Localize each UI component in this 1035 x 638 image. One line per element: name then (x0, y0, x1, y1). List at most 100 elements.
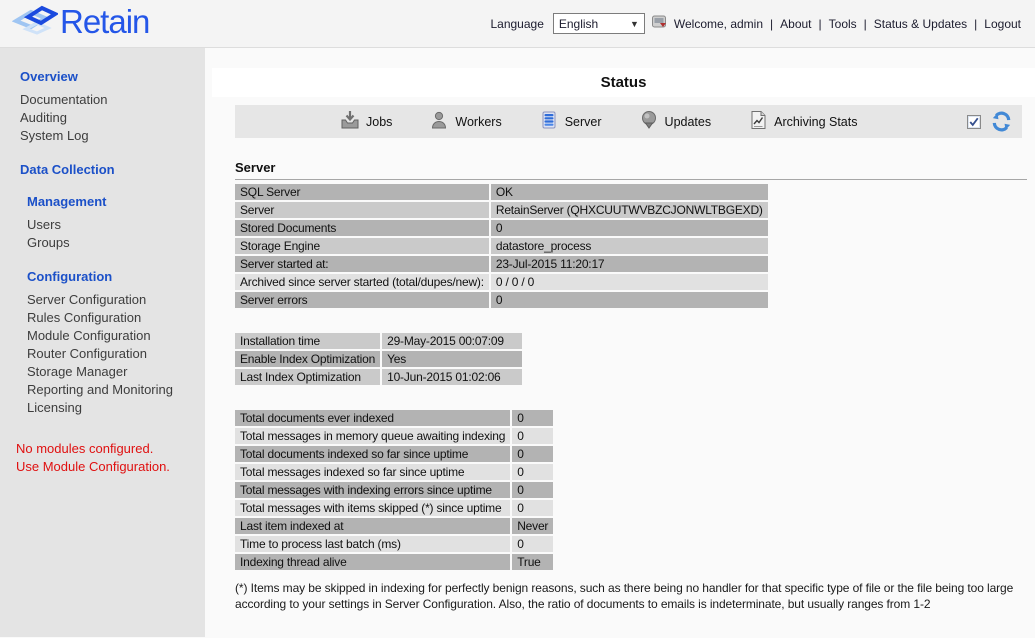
row-label: Time to process last batch (ms) (235, 536, 511, 552)
row-label: Indexing thread alive (235, 554, 511, 570)
sidebar-group-overview: Overview Documentation Auditing System L… (0, 69, 205, 145)
sidebar-item-system-log[interactable]: System Log (20, 127, 205, 145)
sidebar-item-documentation[interactable]: Documentation (20, 91, 205, 109)
updates-icon (639, 110, 659, 133)
table-row: Server errors 0 (235, 292, 768, 308)
row-value: True (512, 554, 554, 570)
row-value: 0 (512, 446, 554, 462)
row-value: 0 (512, 482, 554, 498)
user-status-icon (651, 15, 667, 32)
sidebar-item-router-configuration[interactable]: Router Configuration (27, 345, 205, 363)
row-label: Total messages indexed so far since upti… (235, 464, 511, 480)
auto-refresh-checkbox[interactable] (967, 114, 981, 129)
indexing-table: Total documents ever indexed 0 Total mes… (233, 408, 555, 572)
sidebar-item-configuration[interactable]: Configuration (27, 269, 205, 284)
row-label: Server (235, 202, 489, 218)
welcome-admin-text: Welcome, admin (673, 16, 764, 31)
row-label: Last item indexed at (235, 518, 511, 534)
row-label: Last Index Optimization (235, 369, 381, 385)
sidebar-item-reporting-and-monitoring[interactable]: Reporting and Monitoring (27, 381, 205, 399)
server-icon (539, 110, 559, 133)
updates-label: Updates (664, 114, 712, 129)
workers-label: Workers (455, 114, 502, 129)
updates-button[interactable]: Updates (639, 110, 712, 133)
row-value: 23-Jul-2015 11:20:17 (490, 256, 768, 272)
sidebar-item-management[interactable]: Management (27, 194, 205, 209)
table-row: Last item indexed at Never (235, 518, 554, 534)
row-value: 10-Jun-2015 01:02:06 (382, 369, 523, 385)
row-value: 0 (512, 464, 554, 480)
sidebar-item-users[interactable]: Users (27, 216, 205, 234)
table-row: Enable Index Optimization Yes (235, 351, 523, 367)
table-row: Total messages in memory queue awaiting … (235, 428, 554, 444)
table-row: Archived since server started (total/dup… (235, 274, 768, 290)
sidebar-group-management: Management Users Groups (0, 194, 205, 252)
row-label: Server started at: (235, 256, 489, 272)
table-row: Server started at: 23-Jul-2015 11:20:17 (235, 256, 768, 272)
sidebar-item-rules-configuration[interactable]: Rules Configuration (27, 309, 205, 327)
server-button[interactable]: Server (539, 110, 602, 133)
row-label: Total messages with items skipped (*) si… (235, 500, 511, 516)
sidebar-item-groups[interactable]: Groups (27, 234, 205, 252)
chevron-down-icon: ▼ (629, 18, 639, 29)
retain-logo: Retain (11, 2, 150, 45)
row-value: RetainServer (QHXCUUTWVBZCJONWLTBGEXD) (490, 202, 768, 218)
table-row: Last Index Optimization 10-Jun-2015 01:0… (235, 369, 523, 385)
table-row: Server RetainServer (QHXCUUTWVBZCJONWLTB… (235, 202, 768, 218)
installation-table: Installation time 29-May-2015 00:07:09 E… (233, 331, 524, 387)
sidebar-item-licensing[interactable]: Licensing (27, 399, 205, 417)
table-row: Stored Documents 0 (235, 220, 768, 236)
nav-link-tools[interactable]: Tools (829, 17, 857, 31)
jobs-icon (340, 110, 360, 133)
row-label: Total documents indexed so far since upt… (235, 446, 511, 462)
workers-icon (429, 110, 449, 133)
sidebar-item-module-configuration[interactable]: Module Configuration (27, 327, 205, 345)
row-label: Stored Documents (235, 220, 489, 236)
row-value: 0 (512, 500, 554, 516)
row-value: Yes (382, 351, 523, 367)
table-row: Total messages with indexing errors sinc… (235, 482, 554, 498)
server-status-table: SQL Server OK Server RetainServer (QHXCU… (233, 182, 770, 310)
separator: | (770, 16, 774, 31)
nav-link-about[interactable]: About (780, 17, 811, 31)
row-value: 0 (490, 220, 768, 236)
row-value: OK (490, 184, 768, 200)
sidebar-item-overview[interactable]: Overview (20, 69, 205, 84)
refresh-icon[interactable] (990, 110, 1013, 133)
sidebar-item-server-configuration[interactable]: Server Configuration (27, 291, 205, 309)
sidebar-item-data-collection[interactable]: Data Collection (20, 162, 205, 177)
server-label: Server (564, 114, 602, 129)
separator: | (863, 16, 867, 31)
main-content: Status Jobs Workers Server Updates Archi… (205, 48, 1035, 637)
sidebar-group-configuration: Configuration Server Configuration Rules… (0, 269, 205, 417)
row-label: Total messages with indexing errors sinc… (235, 482, 511, 498)
top-header: Retain Language English ▼ Welcome, admin… (0, 0, 1035, 48)
language-select[interactable]: English ▼ (552, 13, 645, 34)
sidebar-item-auditing[interactable]: Auditing (20, 109, 205, 127)
table-row: Installation time 29-May-2015 00:07:09 (235, 333, 523, 349)
row-label: Server errors (235, 292, 489, 308)
row-value: 0 (512, 428, 554, 444)
language-label: Language (490, 16, 544, 31)
language-selected-value: English (558, 16, 599, 31)
sidebar-item-storage-manager[interactable]: Storage Manager (27, 363, 205, 381)
sidebar: Overview Documentation Auditing System L… (0, 48, 205, 637)
skipped-items-footnote: (*) Items may be skipped in indexing for… (235, 581, 1014, 611)
logo-text: Retain (60, 3, 150, 40)
separator: | (974, 16, 978, 31)
jobs-button[interactable]: Jobs (340, 110, 392, 133)
archiving-stats-label: Archiving Stats (774, 114, 858, 129)
workers-button[interactable]: Workers (429, 110, 502, 133)
row-label: Installation time (235, 333, 381, 349)
row-label: SQL Server (235, 184, 489, 200)
row-value: 0 (512, 410, 554, 426)
archiving-stats-button[interactable]: Archiving Stats (748, 110, 857, 133)
table-row: Total documents ever indexed 0 (235, 410, 554, 426)
table-row: Total messages indexed so far since upti… (235, 464, 554, 480)
row-value: 0 (490, 292, 768, 308)
nav-link-logout[interactable]: Logout (984, 17, 1021, 31)
row-value: datastore_process (490, 238, 768, 254)
table-row: Total documents indexed so far since upt… (235, 446, 554, 462)
row-value: 0 / 0 / 0 (490, 274, 768, 290)
nav-link-status-updates[interactable]: Status & Updates (874, 17, 967, 31)
